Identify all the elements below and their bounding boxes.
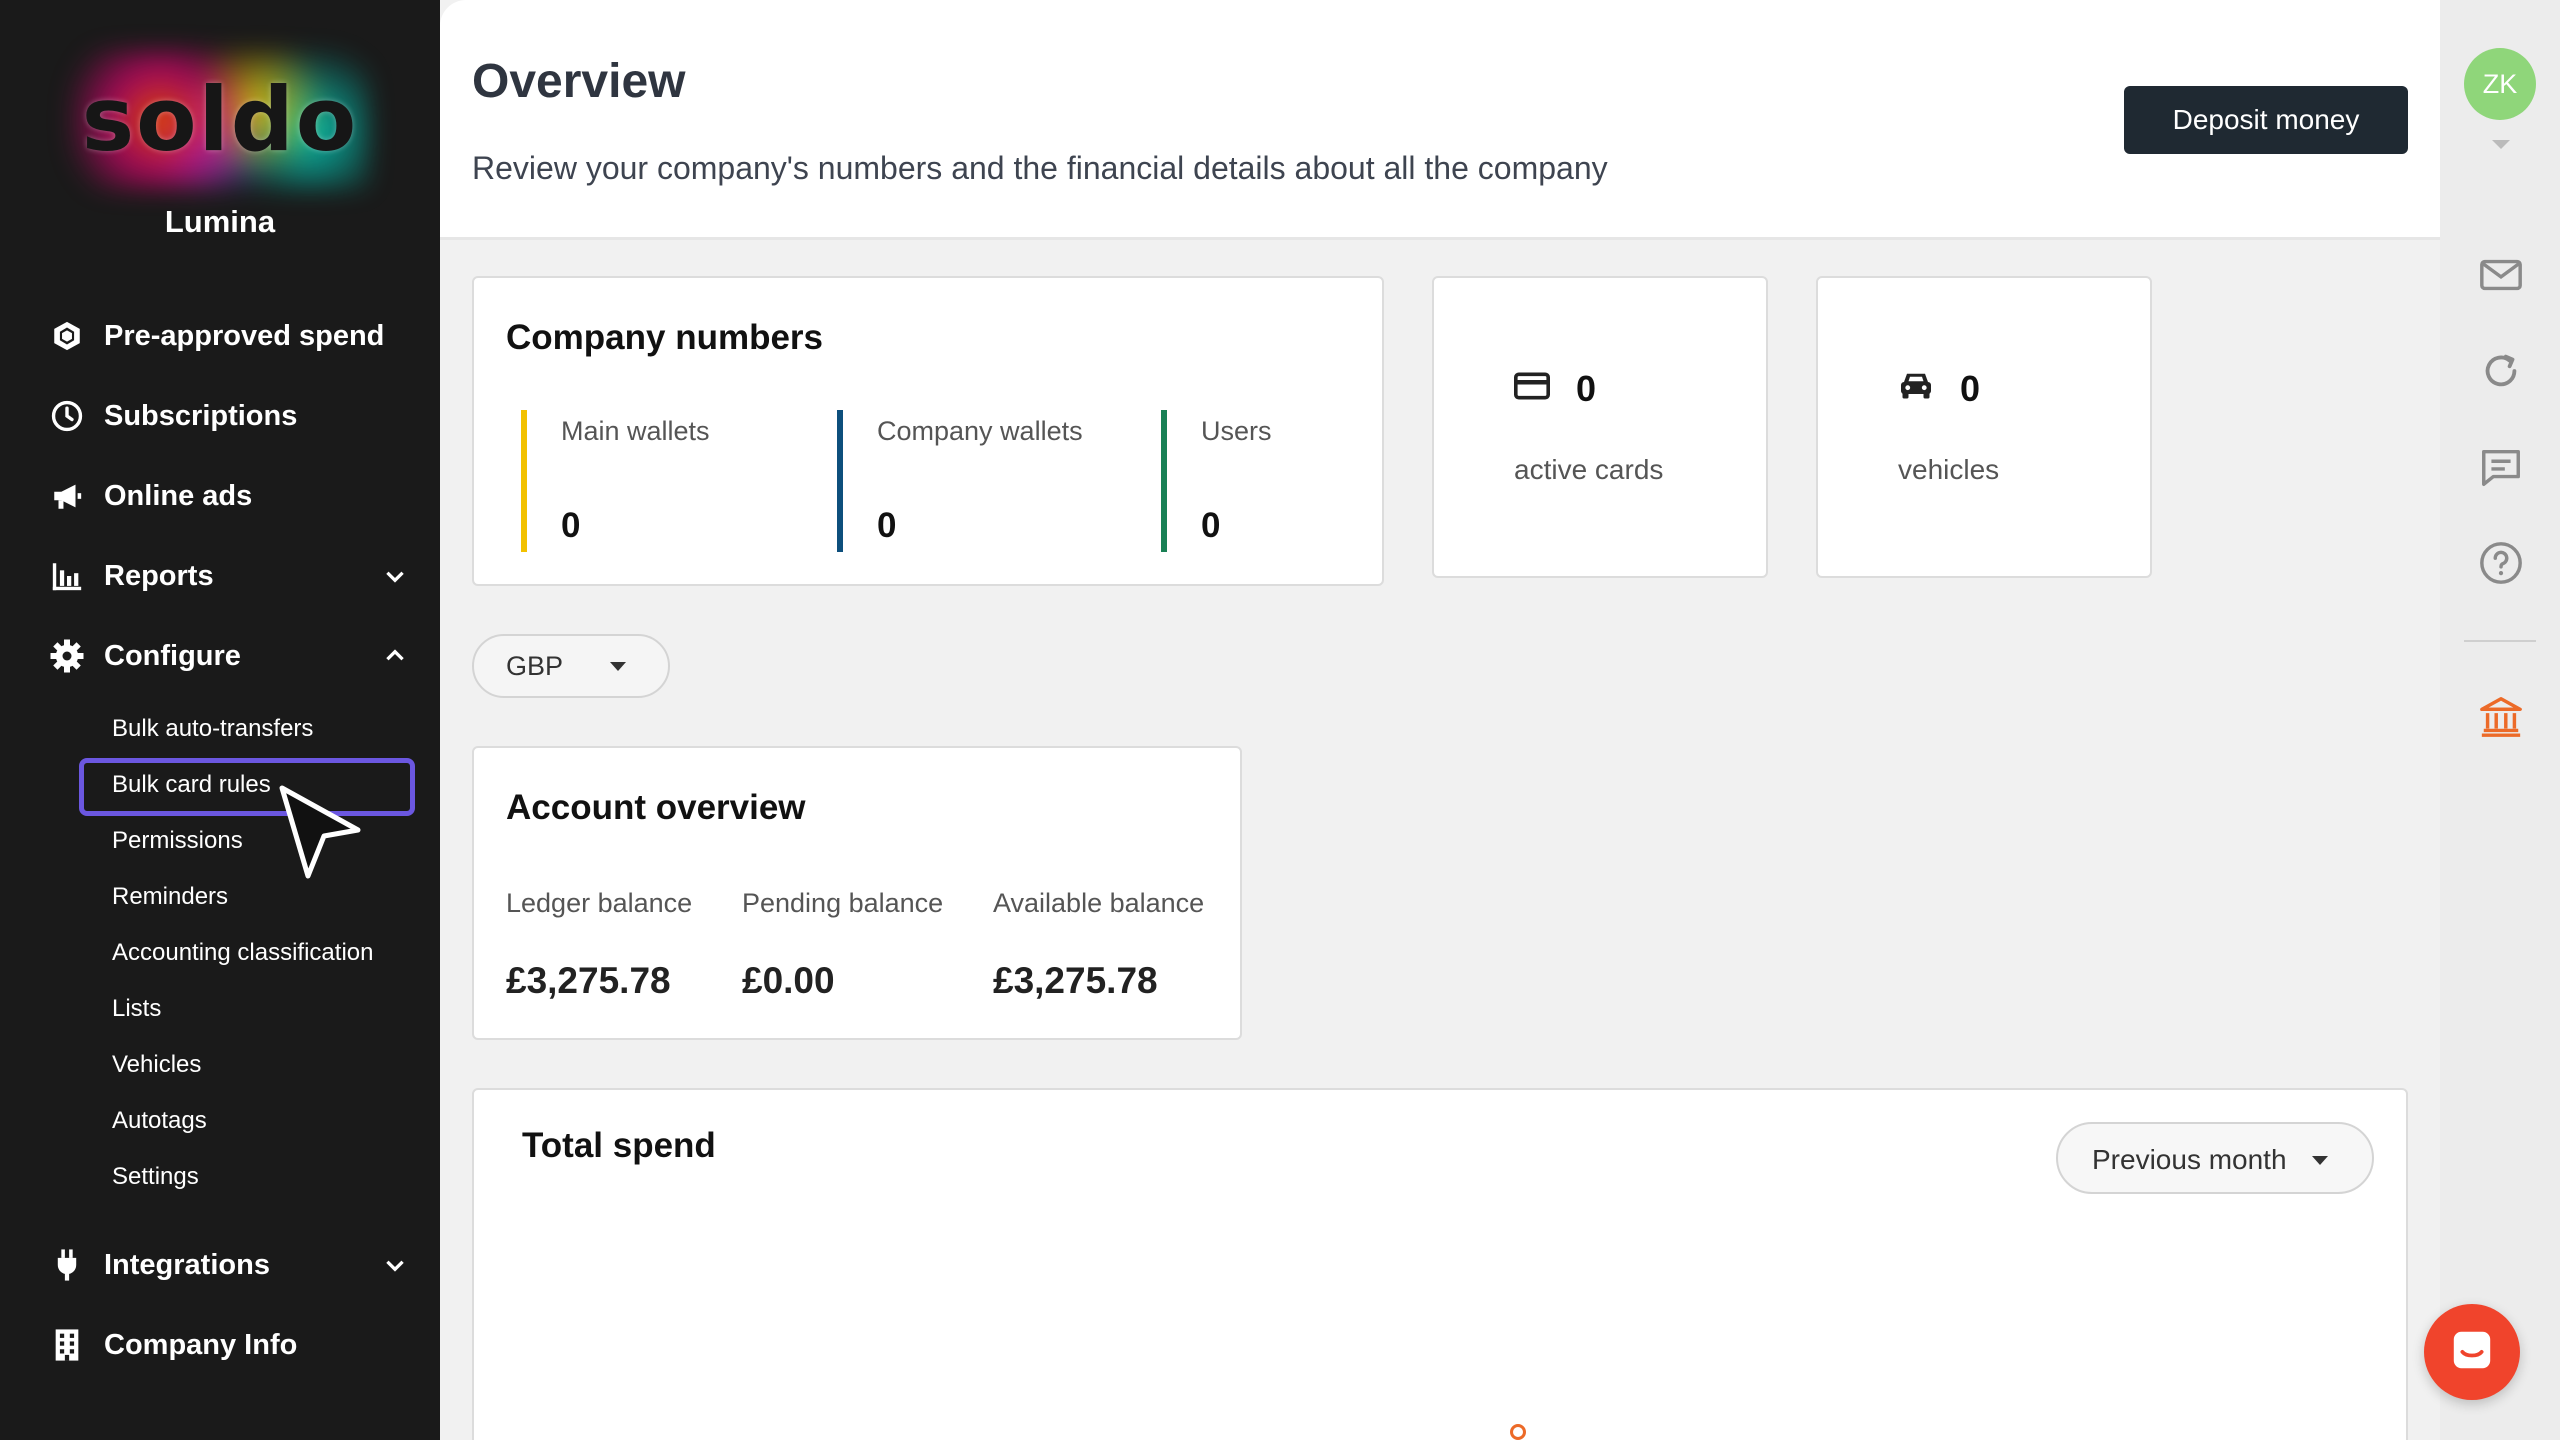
sidebar-item-label: Subscriptions xyxy=(104,399,298,432)
sidebar-item-label: Pre-approved spend xyxy=(104,319,385,352)
sidebar-item-subscriptions[interactable]: Subscriptions xyxy=(48,391,408,441)
active-cards-label: active cards xyxy=(1514,454,1664,485)
vehicles-label: vehicles xyxy=(1898,454,2000,485)
sidebar-item-label: Integrations xyxy=(104,1248,270,1281)
sidebar-subitem-vehicles[interactable]: Vehicles xyxy=(112,1048,201,1082)
deposit-money-button[interactable]: Deposit money xyxy=(2124,86,2408,154)
sidebar-subitem-bulk-auto-transfers[interactable]: Bulk auto-transfers xyxy=(112,712,313,746)
logo-text: soldo xyxy=(81,68,359,171)
sidebar-item-company-info[interactable]: Company Info xyxy=(48,1320,408,1370)
sidebar-subitem-accounting-classification[interactable]: Accounting classification xyxy=(112,936,373,970)
company-name: Lumina xyxy=(164,204,276,239)
avatar[interactable]: ZK xyxy=(2464,48,2536,120)
bar-chart-icon xyxy=(48,557,86,595)
mouse-cursor-icon xyxy=(278,784,364,889)
currency-select[interactable]: GBP xyxy=(472,634,670,698)
refresh-icon[interactable] xyxy=(2478,348,2524,394)
chart-loading-marker xyxy=(1510,1424,1526,1440)
card-icon xyxy=(1514,372,1551,405)
card-title: Account overview xyxy=(506,788,806,827)
soldo-logo[interactable]: soldo xyxy=(50,40,390,200)
active-cards-count: 0 xyxy=(1576,368,1597,409)
sidebar-subitem-lists[interactable]: Lists xyxy=(112,992,161,1026)
clock-icon xyxy=(48,397,86,435)
stat-value: 0 xyxy=(1201,506,1221,545)
sidebar-item-label: Online ads xyxy=(104,479,253,512)
sidebar-item-pre-approved-spend[interactable]: Pre-approved spend xyxy=(48,311,408,361)
building-icon xyxy=(48,1326,86,1364)
caret-down-icon[interactable] xyxy=(2492,140,2510,149)
sidebar-subitem-bulk-card-rules[interactable]: Bulk card rules xyxy=(112,768,271,802)
currency-value: GBP xyxy=(506,651,564,681)
stat-main-wallets: Main wallets 0 xyxy=(521,410,710,552)
bank-icon[interactable] xyxy=(2478,694,2524,740)
stat-value: 0 xyxy=(877,506,897,545)
sidebar-item-online-ads[interactable]: Online ads xyxy=(48,471,408,521)
gear-icon xyxy=(48,637,86,675)
megaphone-icon xyxy=(48,477,86,515)
stat-label: Main wallets xyxy=(561,416,710,446)
message-icon[interactable] xyxy=(2478,444,2524,490)
chevron-up-icon xyxy=(382,643,408,669)
plug-icon xyxy=(48,1246,86,1284)
vehicles-card: 0 vehicles xyxy=(1816,276,2152,578)
sidebar-subitem-permissions[interactable]: Permissions xyxy=(112,824,243,858)
period-value: Previous month xyxy=(2092,1144,2287,1175)
vehicles-count: 0 xyxy=(1960,368,1981,409)
page-header: Overview Review your company's numbers a… xyxy=(440,0,2440,240)
ledger-balance-label: Ledger balance xyxy=(506,888,693,918)
available-balance-label: Available balance xyxy=(993,888,1205,918)
caret-down-icon xyxy=(2312,1156,2328,1165)
sidebar-subitem-settings[interactable]: Settings xyxy=(112,1160,199,1194)
card-title: Company numbers xyxy=(506,318,823,357)
pending-balance-label: Pending balance xyxy=(742,888,944,918)
right-rail: ZK xyxy=(2440,0,2560,1440)
page-title: Overview xyxy=(472,55,686,108)
sidebar-item-reports[interactable]: Reports xyxy=(48,551,408,601)
card-title: Total spend xyxy=(522,1126,716,1165)
mail-icon[interactable] xyxy=(2478,252,2524,298)
stat-label: Company wallets xyxy=(877,416,1083,446)
stat-value: 0 xyxy=(561,506,581,545)
shield-icon xyxy=(48,317,86,355)
available-balance-value: £3,275.78 xyxy=(993,960,1158,1001)
sidebar-subitem-autotags[interactable]: Autotags xyxy=(112,1104,207,1138)
sidebar-item-integrations[interactable]: Integrations xyxy=(48,1240,408,1290)
stat-label: Users xyxy=(1201,416,1272,446)
caret-down-icon xyxy=(610,662,626,671)
sidebar-item-label: Configure xyxy=(104,639,241,672)
ledger-balance-value: £3,275.78 xyxy=(506,960,671,1001)
sidebar-subitem-reminders[interactable]: Reminders xyxy=(112,880,228,914)
chat-icon xyxy=(2449,1327,2495,1378)
rail-divider xyxy=(2464,640,2536,642)
page-subtitle: Review your company's numbers and the fi… xyxy=(472,150,1608,186)
active-cards-card: 0 active cards xyxy=(1432,276,1768,578)
pending-balance-value: £0.00 xyxy=(742,960,835,1001)
sidebar-item-configure[interactable]: Configure xyxy=(48,631,408,681)
main-content: Overview Review your company's numbers a… xyxy=(440,0,2440,1440)
car-icon xyxy=(1898,370,1934,405)
period-select[interactable]: Previous month xyxy=(2056,1122,2374,1194)
stat-company-wallets: Company wallets 0 xyxy=(837,410,1083,552)
chevron-down-icon xyxy=(382,1252,408,1278)
chevron-down-icon xyxy=(382,563,408,589)
sidebar-item-label: Reports xyxy=(104,559,214,592)
chat-launcher-button[interactable] xyxy=(2424,1304,2520,1400)
sidebar-item-label: Company Info xyxy=(104,1328,298,1361)
stat-users: Users 0 xyxy=(1161,410,1272,552)
help-icon[interactable] xyxy=(2478,540,2524,586)
sidebar: soldo Lumina Pre-approved spend Subscrip… xyxy=(0,0,440,1440)
